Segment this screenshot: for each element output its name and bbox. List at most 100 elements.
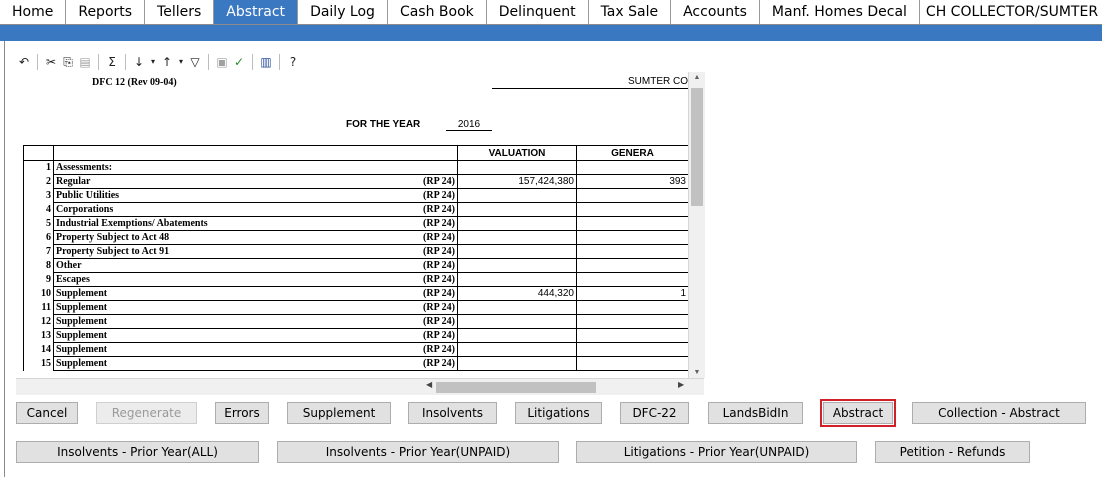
undo-icon[interactable]: ↶ — [16, 54, 32, 70]
valuation-cell[interactable] — [457, 202, 577, 217]
valuation-cell[interactable] — [457, 160, 577, 175]
regenerate-button[interactable]: Regenerate — [96, 402, 197, 424]
protect-icon[interactable]: ▣ — [214, 54, 230, 70]
horizontal-scroll-thumb[interactable] — [436, 382, 596, 393]
valuation-cell[interactable] — [457, 216, 577, 231]
tab-delinquent[interactable]: Delinquent — [487, 0, 589, 24]
insolvents-button[interactable]: Insolvents — [408, 402, 497, 424]
table-row: 10 (RP 24) Supplement 444,320 1 — [23, 286, 689, 301]
supplement-button[interactable]: Supplement — [287, 402, 391, 424]
general-cell[interactable] — [576, 314, 689, 329]
tab-tellers[interactable]: Tellers — [145, 0, 215, 24]
general-cell[interactable] — [576, 258, 689, 273]
header-cell — [23, 145, 54, 161]
row-reference: (RP 24) — [423, 260, 455, 271]
general-cell[interactable]: 1 — [576, 286, 689, 301]
tab-accounts[interactable]: Accounts — [671, 0, 760, 24]
paste-icon[interactable]: ▤ — [77, 54, 93, 70]
petition-refunds-button[interactable]: Petition - Refunds — [875, 441, 1030, 463]
valuation-cell[interactable] — [457, 272, 577, 287]
general-cell[interactable] — [576, 342, 689, 357]
valuation-cell[interactable] — [457, 314, 577, 329]
landsbidin-button[interactable]: LandsBidIn — [708, 402, 803, 424]
row-reference: (RP 24) — [423, 302, 455, 313]
table-row: 1 Assessments: — [23, 160, 689, 175]
horizontal-scrollbar[interactable]: ◀ ▶ — [16, 378, 704, 395]
insolvents-prior-unpaid-button[interactable]: Insolvents - Prior Year(UNPAID) — [277, 441, 559, 463]
row-number: 2 — [23, 174, 54, 189]
valuation-cell[interactable] — [457, 244, 577, 259]
tab-tax-sale[interactable]: Tax Sale — [589, 0, 672, 24]
row-number: 13 — [23, 328, 54, 343]
general-cell[interactable]: 393 — [576, 174, 689, 189]
spellcheck-icon[interactable]: ✓ — [231, 54, 247, 70]
general-cell[interactable] — [576, 160, 689, 175]
valuation-cell[interactable] — [457, 356, 577, 371]
general-cell[interactable] — [576, 216, 689, 231]
row-reference: (RP 24) — [423, 344, 455, 355]
general-cell[interactable] — [576, 244, 689, 259]
tab-manf-homes-decal[interactable]: Manf. Homes Decal — [760, 0, 920, 24]
scroll-down-icon[interactable]: ▼ — [689, 369, 705, 376]
valuation-cell[interactable] — [457, 188, 577, 203]
abstract-button[interactable]: Abstract — [820, 399, 896, 427]
general-cell[interactable] — [576, 230, 689, 245]
tab-daily-log[interactable]: Daily Log — [298, 0, 388, 24]
year-label: FOR THE YEAR — [346, 119, 421, 130]
table-row: 4 (RP 24) Corporations — [23, 202, 689, 217]
row-number: 3 — [23, 188, 54, 203]
abstract-sheet[interactable]: DFC 12 (Rev 09-04) SUMTER COU FOR THE YE… — [16, 72, 704, 378]
dfc22-button[interactable]: DFC-22 — [620, 402, 689, 424]
general-cell[interactable] — [576, 188, 689, 203]
general-cell[interactable] — [576, 272, 689, 287]
valuation-cell[interactable]: 157,424,380 — [457, 174, 577, 189]
tab-cash-book[interactable]: Cash Book — [388, 0, 487, 24]
tab-reports[interactable]: Reports — [66, 0, 146, 24]
insolvents-prior-all-button[interactable]: Insolvents - Prior Year(ALL) — [16, 441, 259, 463]
tab-abstract[interactable]: Abstract — [214, 0, 299, 24]
sum-icon[interactable]: Σ — [104, 54, 120, 70]
vertical-scroll-thumb[interactable] — [691, 88, 703, 206]
table-row: 8 (RP 24) Other — [23, 258, 689, 273]
general-cell[interactable] — [576, 356, 689, 371]
copy-icon[interactable]: ⎘ — [60, 54, 76, 70]
valuation-cell[interactable] — [457, 300, 577, 315]
general-cell[interactable] — [576, 300, 689, 315]
chevron-down-icon[interactable]: ▾ — [176, 54, 186, 70]
header-underline — [492, 88, 688, 89]
tab-home[interactable]: Home — [0, 0, 67, 24]
sort-ascending-icon[interactable]: ↓ — [131, 54, 147, 70]
row-reference: (RP 24) — [423, 176, 455, 187]
row-label: (RP 24) Property Subject to Act 48 — [53, 230, 458, 245]
valuation-cell[interactable] — [457, 342, 577, 357]
toolbar-separator — [279, 54, 280, 70]
scroll-left-icon[interactable]: ◀ — [426, 380, 432, 389]
general-cell[interactable] — [576, 202, 689, 217]
cancel-button[interactable]: Cancel — [16, 402, 78, 424]
row-label-text: Other — [56, 260, 82, 271]
filter-icon[interactable]: ▽ — [187, 54, 203, 70]
row-number: 9 — [23, 272, 54, 287]
general-cell[interactable] — [576, 328, 689, 343]
chevron-down-icon[interactable]: ▾ — [148, 54, 158, 70]
year-value[interactable]: 2016 — [446, 119, 492, 131]
row-reference: (RP 24) — [423, 204, 455, 215]
valuation-cell[interactable] — [457, 230, 577, 245]
row-reference: (RP 24) — [423, 218, 455, 229]
sort-descending-icon[interactable]: ↑ — [159, 54, 175, 70]
cut-icon[interactable]: ✂ — [43, 54, 59, 70]
errors-button[interactable]: Errors — [215, 402, 269, 424]
row-reference: (RP 24) — [423, 288, 455, 299]
collection-abstract-button[interactable]: Collection - Abstract — [912, 402, 1086, 424]
valuation-cell[interactable] — [457, 328, 577, 343]
vertical-scrollbar[interactable]: ▲ ▼ — [688, 72, 705, 378]
valuation-cell[interactable] — [457, 258, 577, 273]
litigations-button[interactable]: Litigations — [515, 402, 602, 424]
scroll-right-icon[interactable]: ▶ — [678, 380, 684, 389]
litigations-prior-unpaid-button[interactable]: Litigations - Prior Year(UNPAID) — [576, 441, 857, 463]
table-row: 3 (RP 24) Public Utilities — [23, 188, 689, 203]
help-icon[interactable]: ? — [285, 54, 301, 70]
scroll-up-icon[interactable]: ▲ — [689, 74, 705, 81]
valuation-cell[interactable]: 444,320 — [457, 286, 577, 301]
export-icon[interactable]: ▥ — [258, 54, 274, 70]
